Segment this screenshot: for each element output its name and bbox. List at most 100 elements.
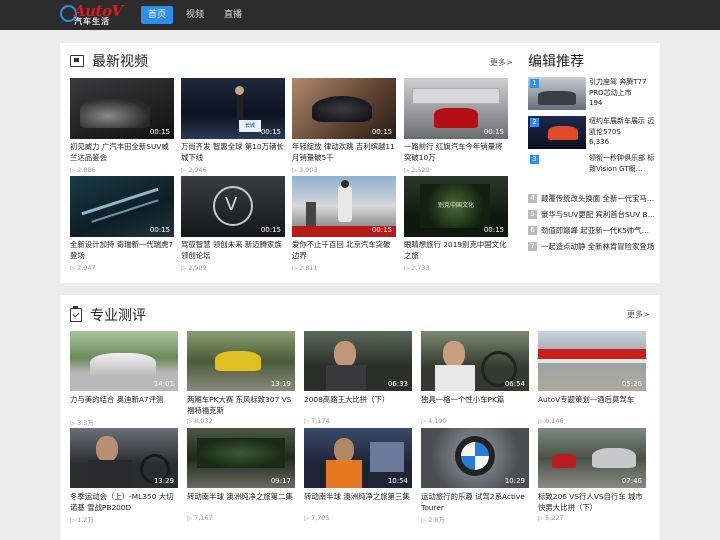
video-duration: 00:15 <box>149 226 170 234</box>
editor-pick-title: 领衔一秒钟俱乐部 标致Vision GT概… <box>589 154 655 173</box>
review-title[interactable]: 2008高路王大比拼（下） <box>304 395 412 416</box>
review-title[interactable]: 两厢车PK大赛 东风标致307 VS 福特福克斯 <box>187 395 295 416</box>
review-title[interactable]: 转动南半球 澳洲纯净之旅第三集 <box>304 492 412 513</box>
review-views: ▷ 4,190 <box>421 417 447 425</box>
video-title[interactable]: 万尚齐发 智惠全球 第10万辆长城下线 <box>181 142 285 163</box>
video-duration: 00:15 <box>371 226 392 234</box>
reviews-header: 专业测评 <box>70 305 146 325</box>
review-duration: 06:33 <box>387 380 408 388</box>
video-duration: 00:15 <box>483 128 504 136</box>
video-thumbnail: 00:15 <box>292 176 396 237</box>
review-duration: 07:46 <box>621 477 642 485</box>
editor-rank-item[interactable]: 7 一起造点动静 全新林肯冒险家登场 <box>528 241 654 253</box>
editor-rank-item[interactable]: 5 豪华与SUV更配 宾利首台SUV B… <box>528 209 654 221</box>
review-thumbnail: 06:54 <box>421 331 529 391</box>
editor-rank-item[interactable]: 6 劲值即巅峰 起亚新一代K5帅气… <box>528 225 654 237</box>
video-title[interactable]: 驾驭智慧 领创未来 新迈腾家族领创论坛 <box>181 240 285 261</box>
video-title[interactable]: 爱你不止千百回 北京汽车突破边界 <box>292 240 396 261</box>
editor-picks-title: 编辑推荐 <box>528 54 584 70</box>
logo-subtitle: 汽车生活 <box>74 17 110 26</box>
rank-badge: 3 <box>530 155 539 164</box>
reviews-panel: 专业测评 更多> 14:01 力与美的结合 奥迪新A7评测 ▷ 3.3万 13:… <box>60 295 660 540</box>
video-thumbnail: 00:15 <box>70 78 174 139</box>
review-thumbnail: 07:46 <box>538 428 646 488</box>
editor-pick-item[interactable]: 3 领衔一秒钟俱乐部 标致Vision GT概… <box>528 153 654 187</box>
video-thumbnail: 别克中国文化 00:15 <box>404 176 508 237</box>
video-views: ▷ 2,733 <box>404 264 430 272</box>
video-duration: 00:15 <box>260 128 281 136</box>
video-thumbnail: 00:15 <box>292 78 396 139</box>
review-title[interactable]: 转动南半球 澳洲纯净之旅第二集 <box>187 492 295 513</box>
review-views: ▷ 7,167 <box>187 514 213 522</box>
editor-picks: 编辑推荐 1 引力座驾 奔腾T77 PRO芯动上市 194 2 纽约车展新车展示 … <box>528 43 660 283</box>
video-title[interactable]: 眼睛想旅行 2019别克中国文化之旅 <box>404 240 508 261</box>
review-thumbnail: 09:17 <box>187 428 295 488</box>
latest-videos-header: 最新视频 <box>70 51 148 71</box>
video-duration: 00:15 <box>260 226 281 234</box>
review-duration: 13:29 <box>153 477 174 485</box>
editor-pick-item[interactable]: 1 引力座驾 奔腾T77 PRO芯动上市 194 <box>528 77 654 111</box>
review-title[interactable]: 运动旅行的乐趣 试驾2系Active Tourer <box>421 492 529 513</box>
video-title[interactable]: 全新设计加持 奇瑞新一代瑞虎7登场 <box>70 240 174 261</box>
review-title[interactable]: 独具一格一个性小车PK篇 <box>421 395 529 416</box>
review-duration: 05:26 <box>621 380 642 388</box>
video-title[interactable]: 初见威力 广汽丰田全新SUV威兰达品鉴会 <box>70 142 174 163</box>
video-views: ▷ 2,909 <box>181 264 207 272</box>
video-views: ▷ 2,529 <box>404 166 430 174</box>
review-thumbnail: 10:54 <box>304 428 412 488</box>
reviews-title: 专业测评 <box>90 308 146 324</box>
latest-videos-panel: 最新视频 更多> 00:15 初见威力 广汽丰田全新SUV威兰达品鉴会 ▷ 2,… <box>60 43 660 283</box>
review-title[interactable]: AutoV专题策划—酒后莫驾车 <box>538 395 646 416</box>
nav-video[interactable]: 视频 <box>179 6 211 24</box>
video-views: ▷ 2,886 <box>70 166 96 174</box>
video-views: ▷ 2,946 <box>181 166 207 174</box>
editor-pick-title: 引力座驾 奔腾T77 PRO芯动上市 194 <box>589 78 647 107</box>
latest-videos-title: 最新视频 <box>92 54 148 70</box>
review-duration: 14:01 <box>153 380 174 388</box>
editor-pick-item[interactable]: 2 纽约车展新车展示 迈凯伦570S 6,336 <box>528 116 654 150</box>
reviews-more-link[interactable]: 更多> <box>627 309 650 320</box>
video-duration: 00:15 <box>483 226 504 234</box>
review-duration: 10:54 <box>387 477 408 485</box>
review-thumbnail: 14:01 <box>70 331 178 391</box>
review-views: ▷ 7,705 <box>304 514 330 522</box>
top-nav-bar: AutoV 汽车生活 首页 视频 直播 <box>0 0 720 30</box>
nav-home[interactable]: 首页 <box>141 6 174 24</box>
review-duration: 13:19 <box>270 380 291 388</box>
autov-logo[interactable]: AutoV 汽车生活 <box>60 2 130 27</box>
review-views: ▷ 1.2万 <box>70 516 94 524</box>
main-nav: 首页 视频 直播 <box>141 6 255 24</box>
video-title[interactable]: 一路前行 红旗汽车今年销量将突破10万 <box>404 142 508 163</box>
review-thumbnail: 13:19 <box>187 331 295 391</box>
review-thumbnail: 05:26 <box>538 331 646 391</box>
editor-rank-item[interactable]: 4 颠覆传统改头换面 全新一代宝马… <box>528 193 654 205</box>
review-views: ▷ 7,174 <box>304 417 330 425</box>
review-duration: 09:17 <box>270 477 291 485</box>
video-views: ▷ 2,811 <box>292 264 318 272</box>
review-views: ▷ 3.3万 <box>70 419 94 427</box>
review-views: ▷ 8,032 <box>187 417 213 425</box>
review-thumbnail: 06:33 <box>304 331 412 391</box>
clipboard-check-icon <box>70 306 82 322</box>
editor-pick-views: 194 <box>589 99 603 107</box>
review-duration: 10:29 <box>504 477 525 485</box>
editor-pick-title: 纽约车展新车展示 迈凯伦570S 6,336 <box>589 117 655 146</box>
review-title[interactable]: 冬季运动会（上）-ML350 大切诺基 雪战PB200D <box>70 492 178 513</box>
review-title[interactable]: 标致206 VS行人VS自行车 城市快男大比拼（下） <box>538 492 646 513</box>
editor-pick-views: 6,336 <box>589 138 610 146</box>
review-thumbnail: 13:29 <box>70 428 178 488</box>
video-icon <box>70 55 84 67</box>
review-views: ▷ 5,227 <box>538 514 564 522</box>
video-thumbnail: V 00:15 <box>181 176 285 237</box>
video-thumbnail: 00:15 <box>70 176 174 237</box>
nav-live[interactable]: 直播 <box>217 6 249 24</box>
video-title[interactable]: 年轻绽放 律动欢跳 吉利缤越11月销量破5千 <box>292 142 396 163</box>
review-thumbnail: 10:29 <box>421 428 529 488</box>
rank-badge: 1 <box>530 79 539 88</box>
video-views: ▷ 3,003 <box>292 166 318 174</box>
latest-more-link[interactable]: 更多> <box>490 57 513 68</box>
review-duration: 06:54 <box>504 380 525 388</box>
review-title[interactable]: 力与美的结合 奥迪新A7评测 <box>70 395 178 416</box>
video-thumbnail: 00:15 <box>404 78 508 139</box>
video-views: ▷ 2,947 <box>70 264 96 272</box>
